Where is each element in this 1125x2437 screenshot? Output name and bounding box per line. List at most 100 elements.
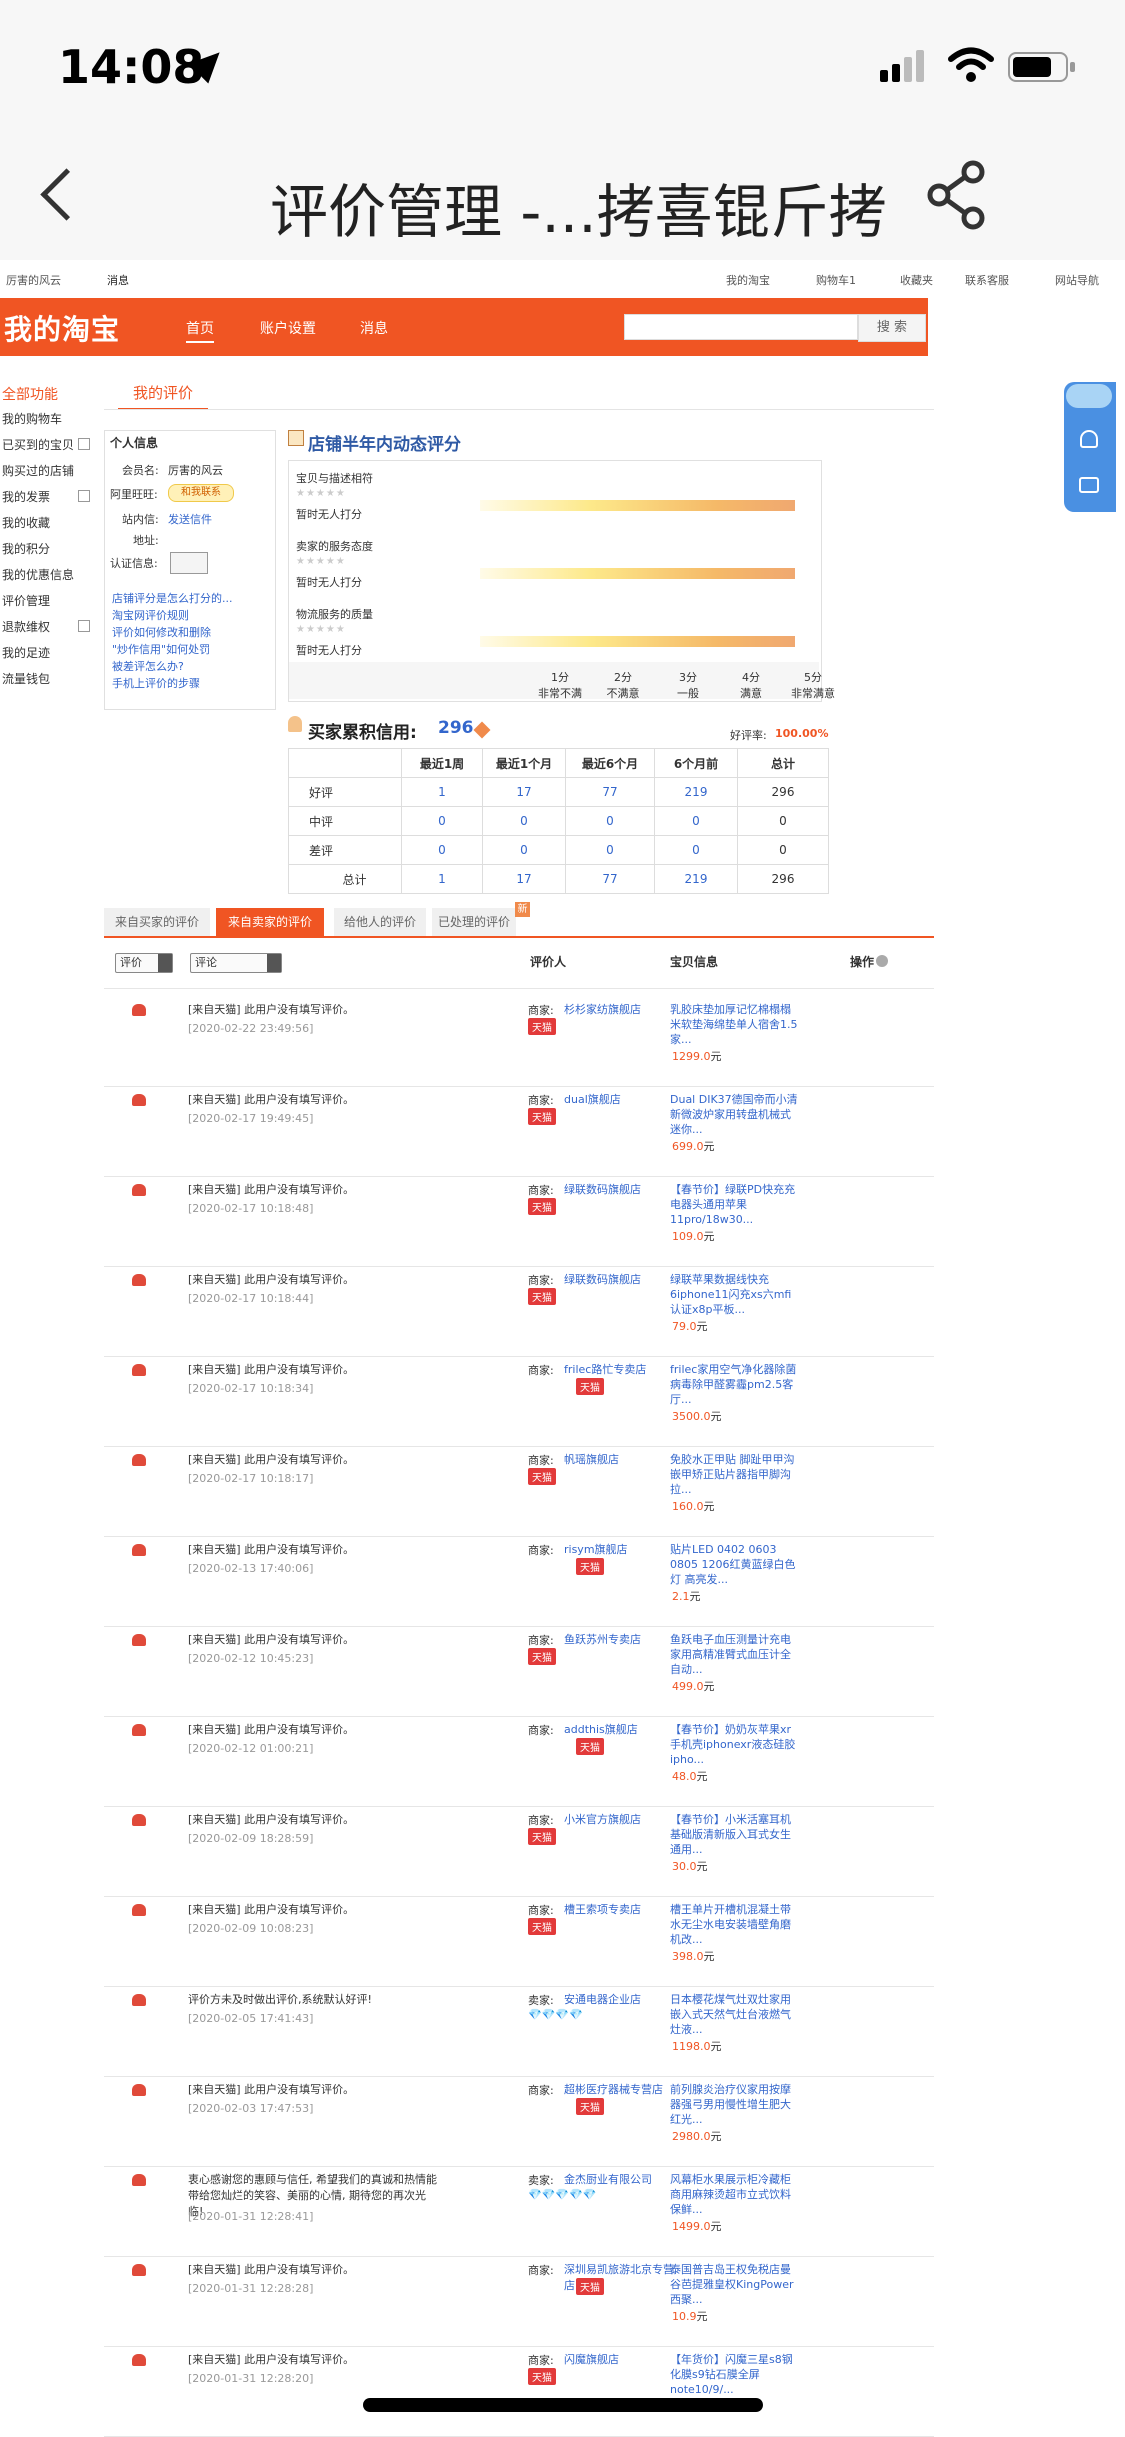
seller-link[interactable]: 绿联数码旗舰店 (564, 1272, 676, 1288)
help-link[interactable]: 手机上评价的步骤 (112, 675, 200, 691)
search-input[interactable] (624, 314, 858, 340)
expand-icon[interactable] (78, 620, 90, 632)
topbar-my-taobao[interactable]: 我的淘宝 (726, 272, 770, 288)
help-link[interactable]: 被差评怎么办? (112, 658, 184, 674)
item-link[interactable]: 免胶水正甲贴 脚趾甲甲沟嵌甲矫正贴片器指甲脚沟拉... (670, 1452, 798, 1497)
sidebar-item[interactable]: 已买到的宝贝 (2, 436, 74, 453)
item-link[interactable]: 【春节价】奶奶灰苹果xr手机壳iphonexr液态硅胶ipho... (670, 1722, 798, 1767)
seller-link[interactable]: addthis旗舰店 (564, 1722, 676, 1738)
credit-cell[interactable]: 0 (565, 806, 655, 836)
help-link[interactable]: 店铺评分是怎么打分的... (112, 590, 233, 606)
search-button[interactable]: 搜 索 (858, 314, 926, 342)
seller-link[interactable]: frilec路忙专卖店 (564, 1362, 676, 1378)
review-row: [来自天猫] 此用户没有填写评价。 [2020-02-17 10:18:17] 商家… (104, 1450, 934, 1536)
send-mail-link[interactable]: 发送信件 (168, 511, 212, 527)
nav-home[interactable]: 首页 (186, 318, 214, 343)
topbar-cart[interactable]: 购物车1 (816, 272, 856, 288)
sidebar-item[interactable]: 评价管理 (2, 592, 50, 609)
review-tab[interactable]: 已处理的评价 (432, 908, 516, 936)
credit-cell[interactable]: 219 (654, 864, 738, 894)
credit-cell[interactable]: 0 (401, 835, 483, 865)
credit-cell[interactable]: 0 (482, 835, 566, 865)
seller-link[interactable]: 安通电器企业店 (564, 1992, 676, 2008)
sidebar-item[interactable]: 我的收藏 (2, 514, 50, 531)
topbar-messages[interactable]: 消息 (107, 272, 129, 288)
seller-link[interactable]: 绿联数码旗舰店 (564, 1182, 676, 1198)
item-link[interactable]: 【年货价】闪魔三星s8钢化膜s9钻石膜全屏note10/9/... (670, 2352, 798, 2397)
credit-cell[interactable]: 77 (565, 777, 655, 807)
item-link[interactable]: 前列腺炎治疗仪家用按摩器强弓男用慢性增生肥大红光... (670, 2082, 798, 2127)
sidebar-item[interactable]: 流量钱包 (2, 670, 50, 687)
credit-cell[interactable]: 0 (654, 835, 738, 865)
credit-header-cell: 最近1周 (401, 748, 483, 778)
credit-cell[interactable]: 17 (482, 777, 566, 807)
item-link[interactable]: 鱼跃电子血压测量计充电家用高精准臂式血压计全自动... (670, 1632, 798, 1677)
topbar-service[interactable]: 联系客服 (965, 272, 1009, 288)
item-link[interactable]: 泰国普吉岛王权免税店曼谷芭提雅皇权KingPower西聚... (670, 2262, 798, 2307)
review-tab[interactable]: 来自买家的评价 (104, 908, 210, 936)
sidebar-item[interactable]: 我的积分 (2, 540, 50, 557)
credit-cell[interactable]: 17 (482, 864, 566, 894)
credit-cell[interactable]: 77 (565, 864, 655, 894)
sidebar-item[interactable]: 我的优惠信息 (2, 566, 74, 583)
sidebar-item[interactable]: 购买过的店铺 (2, 462, 74, 479)
help-icon[interactable] (876, 955, 888, 967)
seller-link[interactable]: 杉杉家纺旗舰店 (564, 1002, 676, 1018)
wangwang-button[interactable]: 和我联系 (168, 484, 234, 502)
item-link[interactable]: 风幕柜水果展示柜冷藏柜商用麻辣烫超市立式饮料保鲜... (670, 2172, 798, 2217)
item-link[interactable]: 【春节价】小米活塞耳机 基础版清新版入耳式女生通用... (670, 1812, 798, 1857)
sidebar-item[interactable]: 我的发票 (2, 488, 50, 505)
item-link[interactable]: 贴片LED 0402 0603 0805 1206红黄蓝绿白色灯 高亮发... (670, 1542, 798, 1587)
help-link[interactable]: 评价如何修改和删除 (112, 624, 211, 640)
expand-icon[interactable] (78, 438, 90, 450)
seller-link[interactable]: dual旗舰店 (564, 1092, 676, 1108)
item-link[interactable]: 【春节价】绿联PD快充充电器头通用苹果11pro/18w30... (670, 1182, 798, 1227)
seller-link[interactable]: 超彬医疗器械专营店 (564, 2082, 676, 2098)
item-link[interactable]: frilec家用空气净化器除菌病毒除甲醛雾霾pm2.5客厅... (670, 1362, 798, 1407)
topbar-favorites[interactable]: 收藏夹 (900, 272, 933, 288)
item-link[interactable]: 绿联苹果数据线快充6iphone11闪充xs六mfi认证x8p平板... (670, 1272, 798, 1317)
logo[interactable]: 我的淘宝 (4, 308, 120, 348)
item-price: 398.0元 (672, 1948, 715, 1964)
stars-empty-icon: ★★★★★ (296, 624, 346, 635)
credit-cell[interactable]: 0 (565, 835, 655, 865)
filter-select-rating[interactable]: 评价 (115, 953, 173, 973)
item-link[interactable]: 乳胶床垫加厚记忆棉榻榻米软垫海绵垫单人宿舍1.5家... (670, 1002, 798, 1047)
flower-icon (132, 1814, 146, 1826)
notification-icon[interactable] (1080, 430, 1098, 448)
credit-cell[interactable]: 1 (401, 864, 483, 894)
review-tab[interactable]: 给他人的评价 (334, 908, 426, 936)
chat-icon[interactable] (1079, 477, 1099, 493)
credit-cell[interactable]: 0 (482, 806, 566, 836)
sidebar-item[interactable]: 我的足迹 (2, 644, 50, 661)
item-link[interactable]: Dual DIK37德国帝而小清新微波炉家用转盘机械式迷你... (670, 1092, 798, 1137)
nav-account[interactable]: 账户设置 (260, 318, 316, 338)
sidebar-item[interactable]: 退款维权 (2, 618, 50, 635)
help-link[interactable]: "炒作信用"如何处罚 (112, 641, 210, 657)
seller-link[interactable]: 小米官方旗舰店 (564, 1812, 676, 1828)
credit-cell[interactable]: 219 (654, 777, 738, 807)
seller-link[interactable]: 金杰厨业有限公司 (564, 2172, 676, 2188)
review-tab[interactable]: 来自卖家的评价 (216, 908, 324, 936)
seller-link[interactable]: risym旗舰店 (564, 1542, 676, 1558)
nav-messages[interactable]: 消息 (360, 318, 388, 338)
filter-select-comment[interactable]: 评论 (190, 953, 282, 973)
seller-link[interactable]: 槽王索项专卖店 (564, 1902, 676, 1918)
expand-icon[interactable] (78, 490, 90, 502)
review-date: [2020-02-09 18:28:59] (188, 1832, 314, 1845)
help-link[interactable]: 淘宝网评价规则 (112, 607, 189, 623)
topbar-user[interactable]: 厉害的风云 (6, 272, 61, 288)
credit-cell[interactable]: 0 (654, 806, 738, 836)
tab-my-reviews[interactable]: 我的评价 (118, 378, 208, 410)
topbar-site-nav[interactable]: 网站导航 (1055, 272, 1099, 288)
credit-cell[interactable]: 1 (401, 777, 483, 807)
credit-cell[interactable]: 0 (401, 806, 483, 836)
item-link[interactable]: 日本樱花煤气灶双灶家用嵌入式天然气灶台液燃气灶液... (670, 1992, 798, 2037)
back-button[interactable] (40, 168, 93, 228)
item-link[interactable]: 槽王单片开槽机混凝土带水无尘水电安装墙壁角磨机改... (670, 1902, 798, 1947)
seller-link[interactable]: 鱼跃苏州专卖店 (564, 1632, 676, 1648)
seller-link[interactable]: 帆瑶旗舰店 (564, 1452, 676, 1468)
seller-link[interactable]: 闪魔旗舰店 (564, 2352, 676, 2368)
share-button[interactable] (925, 160, 989, 230)
sidebar-item[interactable]: 我的购物车 (2, 410, 62, 427)
